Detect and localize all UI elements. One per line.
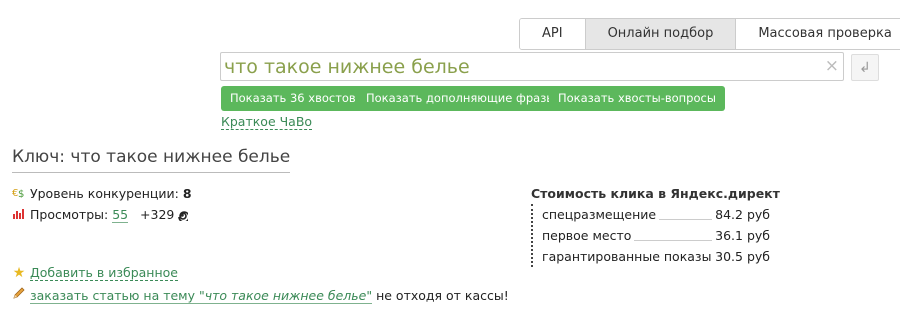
clear-icon[interactable]: × [825,56,839,76]
cost-item-value: 36.1 руб [712,225,770,246]
svg-text:$: $ [18,189,24,198]
views-value-link[interactable]: 55 [112,207,129,223]
views-label: Просмотры: [30,207,113,222]
order-link-phrase: "что такое нижнее белье" [198,288,373,303]
cost-item: гарантированные показы 30.5 руб [542,246,770,267]
cost-item: первое место 36.1 руб [542,225,770,246]
cost-item-label: гарантированные показы [542,249,715,264]
tab-bulk-check[interactable]: Массовая проверка [736,19,900,49]
show-tails-button[interactable]: Показать 36 хвостов [221,86,365,111]
key-title: Ключ: что такое нижнее белье [12,147,291,173]
order-link-prefix: заказать статью на тему [30,288,199,303]
mode-tabs: API Онлайн подбор Массовая проверка [519,18,900,50]
cost-item-label: спецразмещение [542,207,660,222]
key-phrase: что такое нижнее белье [70,147,291,167]
cost-item-value: 84.2 руб [712,204,770,225]
star-icon: ★ [12,265,26,281]
show-extra-phrases-button[interactable]: Показать дополняющие фразы [357,86,565,111]
favorite-row: ★ Добавить в избранное [12,265,178,281]
cost-item: спецразмещение 84.2 руб [542,204,770,225]
show-question-tails-button[interactable]: Показать хвосты-вопросы [549,86,725,111]
search-box: × [220,52,844,81]
competition-row: € $ Уровень конкуренции: 8 [12,186,192,201]
views-row: Просмотры: 55 +329 [12,207,191,224]
cost-item-label: первое место [542,228,635,243]
order-row: заказать статью на тему "что такое нижне… [12,287,509,304]
search-input[interactable] [221,53,814,80]
cost-title: Стоимость клика в Яндекс.директ [531,186,780,201]
money-icon: € $ [12,186,26,201]
views-delta: +329 [140,207,175,222]
pencil-icon [12,287,26,303]
competition-value: 8 [182,186,192,201]
tab-online-selection[interactable]: Онлайн подбор [585,19,737,49]
competition-label: Уровень конкуренции: [30,186,183,201]
tab-api[interactable]: API [520,19,586,49]
add-to-favorites-link[interactable]: Добавить в избранное [30,265,178,281]
cost-list: спецразмещение 84.2 руб первое место 36.1 … [531,204,770,267]
bar-chart-icon [12,207,26,222]
key-prefix: Ключ: [12,147,71,167]
order-article-link[interactable]: заказать статью на тему "что такое нижне… [30,288,373,304]
spiral-icon [176,209,191,224]
order-suffix: не отходя от кассы! [372,288,509,303]
faq-link[interactable]: Краткое ЧаВо [221,114,313,130]
enter-icon[interactable]: ↲ [851,54,879,81]
cost-item-value: 30.5 руб [712,246,770,267]
